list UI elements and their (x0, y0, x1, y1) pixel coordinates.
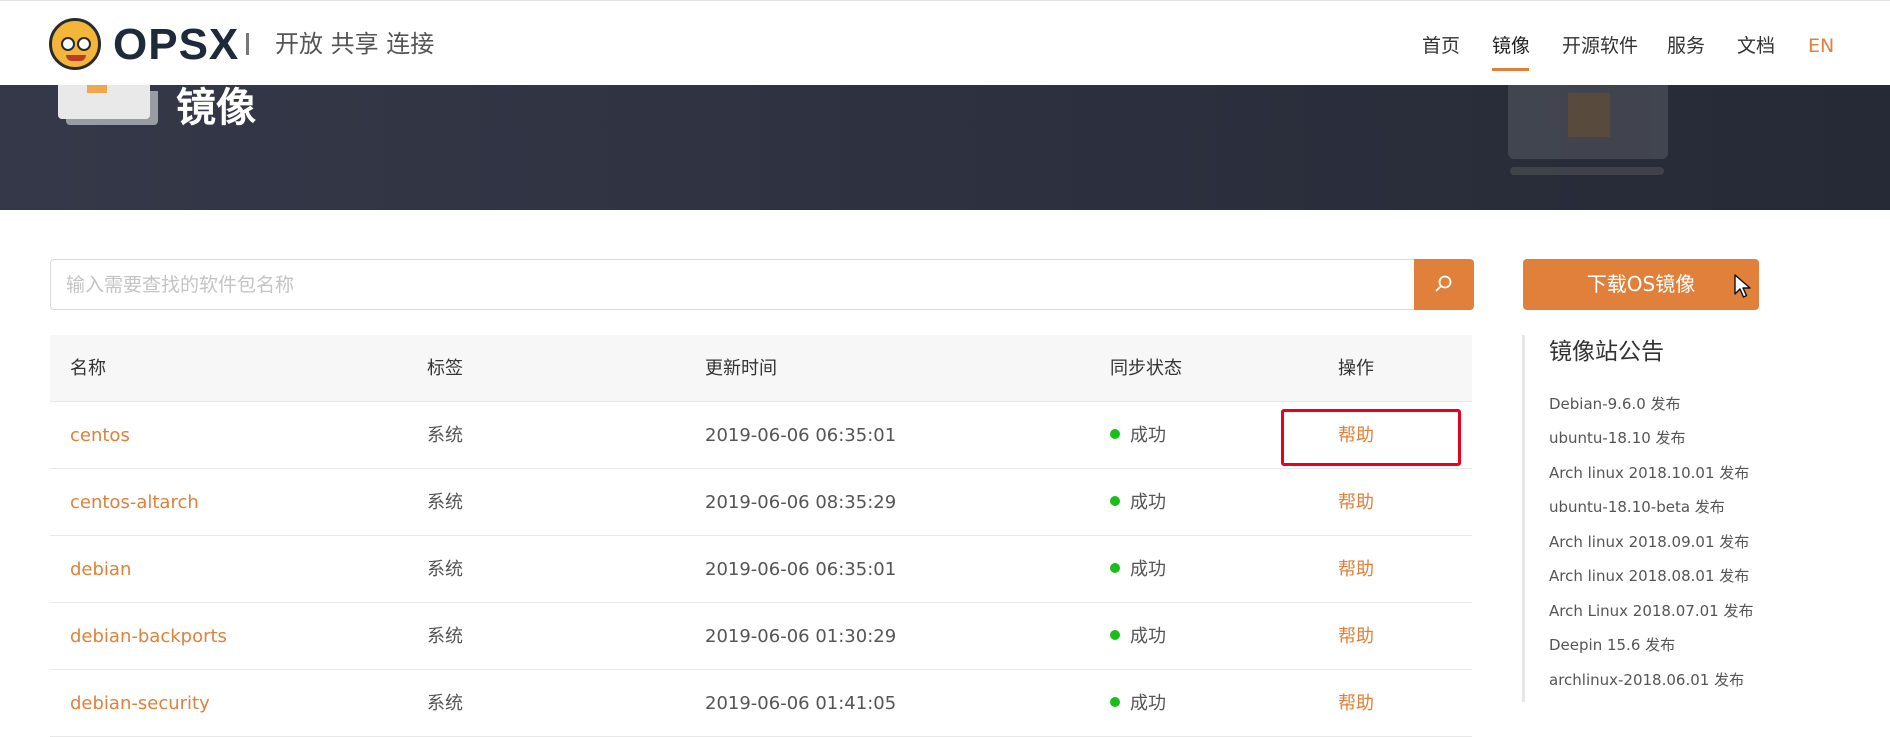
notice-item[interactable]: Debian-9.6.0 发布 (1549, 393, 1681, 415)
help-link[interactable]: 帮助 (1338, 402, 1374, 469)
status-dot-icon (1110, 496, 1120, 506)
table-row: centos 系统 2019-06-06 06:35:01 成功 帮助 (50, 402, 1472, 469)
search-icon (1435, 275, 1452, 292)
notice-item[interactable]: ubuntu-18.10 发布 (1549, 427, 1686, 449)
mirror-updated-time: 2019-06-06 08:35:29 (705, 492, 897, 513)
column-header-tag: 标签 (427, 358, 463, 379)
logo-divider (246, 33, 249, 55)
banner-illustration-base (1510, 167, 1664, 175)
help-link[interactable]: 帮助 (1338, 670, 1374, 737)
sync-status: 成功 (1110, 536, 1166, 603)
column-header-action: 操作 (1338, 358, 1374, 379)
nav-active-indicator (1492, 68, 1529, 71)
mirror-table: 名称 标签 更新时间 同步状态 操作 centos 系统 2019-06-06 … (50, 335, 1472, 737)
nav-docs[interactable]: 文档 (1737, 32, 1775, 60)
nav-mirrors[interactable]: 镜像 (1492, 32, 1530, 60)
mirror-updated-time: 2019-06-06 06:35:01 (705, 425, 897, 446)
nav-services[interactable]: 服务 (1667, 32, 1705, 60)
sidebar-divider (1522, 335, 1525, 702)
column-header-updated: 更新时间 (705, 358, 777, 379)
top-navbar: OPSX 开放 共享 连接 首页 镜像 开源软件 服务 文档 EN (0, 0, 1890, 85)
status-dot-icon (1110, 429, 1120, 439)
page-banner: 镜像 (0, 85, 1890, 210)
mirror-name-link[interactable]: debian (70, 536, 131, 603)
logo-mascot-icon[interactable] (49, 18, 101, 70)
mirror-name-link[interactable]: centos (70, 402, 130, 469)
help-link[interactable]: 帮助 (1338, 469, 1374, 536)
banner-illustration (1508, 85, 1668, 159)
mirror-updated-time: 2019-06-06 06:35:01 (705, 559, 897, 580)
help-link[interactable]: 帮助 (1338, 603, 1374, 670)
column-header-status: 同步状态 (1110, 358, 1182, 379)
notice-item[interactable]: Arch linux 2018.08.01 发布 (1549, 565, 1749, 587)
mirror-name-link[interactable]: centos-altarch (70, 469, 199, 536)
notice-item[interactable]: Arch Linux 2018.07.01 发布 (1549, 600, 1753, 622)
notice-item[interactable]: archlinux-2018.06.01 发布 (1549, 669, 1744, 691)
mirror-tag: 系统 (427, 693, 463, 714)
table-row: debian-backports 系统 2019-06-06 01:30:29 … (50, 603, 1472, 670)
table-header: 名称 标签 更新时间 同步状态 操作 (50, 335, 1472, 402)
mirror-tag: 系统 (427, 492, 463, 513)
mirror-updated-time: 2019-06-06 01:41:05 (705, 693, 897, 714)
logo-text[interactable]: OPSX (113, 19, 239, 71)
notice-item[interactable]: Deepin 15.6 发布 (1549, 634, 1675, 656)
search-button[interactable] (1414, 259, 1474, 310)
search-input[interactable] (51, 260, 1416, 309)
search-box (50, 259, 1416, 310)
download-os-image-button[interactable]: 下载OS镜像 (1523, 259, 1759, 310)
nav-home[interactable]: 首页 (1422, 32, 1460, 60)
notice-item[interactable]: ubuntu-18.10-beta 发布 (1549, 496, 1725, 518)
mirror-tag: 系统 (427, 559, 463, 580)
notice-item[interactable]: Arch linux 2018.09.01 发布 (1549, 531, 1749, 553)
table-row: debian 系统 2019-06-06 06:35:01 成功 帮助 (50, 536, 1472, 603)
status-dot-icon (1110, 697, 1120, 707)
page-title: 镜像 (176, 85, 256, 131)
nav-open-source[interactable]: 开源软件 (1562, 32, 1638, 60)
mirror-tag: 系统 (427, 626, 463, 647)
table-row: debian-security 系统 2019-06-06 01:41:05 成… (50, 670, 1472, 737)
mirror-name-link[interactable]: debian-security (70, 670, 210, 737)
mirror-tag: 系统 (427, 425, 463, 446)
notice-item[interactable]: Arch linux 2018.10.01 发布 (1549, 462, 1749, 484)
column-header-name: 名称 (70, 358, 106, 379)
mirror-updated-time: 2019-06-06 01:30:29 (705, 626, 897, 647)
nav-language-en[interactable]: EN (1808, 32, 1834, 60)
slogan: 开放 共享 连接 (275, 30, 435, 58)
status-dot-icon (1110, 563, 1120, 573)
sync-status: 成功 (1110, 603, 1166, 670)
notice-title: 镜像站公告 (1549, 339, 1664, 365)
help-link[interactable]: 帮助 (1338, 536, 1374, 603)
sync-status: 成功 (1110, 469, 1166, 536)
status-dot-icon (1110, 630, 1120, 640)
mirror-icon (58, 85, 150, 119)
sync-status: 成功 (1110, 670, 1166, 737)
mirror-name-link[interactable]: debian-backports (70, 603, 227, 670)
table-row: centos-altarch 系统 2019-06-06 08:35:29 成功… (50, 469, 1472, 536)
mouse-cursor-icon (1734, 274, 1751, 298)
sync-status: 成功 (1110, 402, 1166, 469)
